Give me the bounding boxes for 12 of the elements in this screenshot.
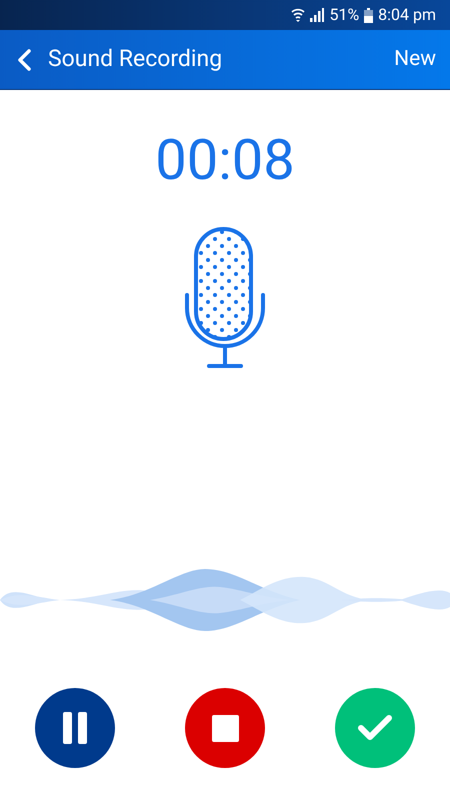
- status-time: 8:04 pm: [378, 4, 436, 26]
- wifi-icon: [291, 7, 306, 23]
- pause-icon: [61, 712, 89, 744]
- stop-icon: [212, 714, 238, 742]
- battery-percent: 51%: [329, 4, 360, 26]
- signal-icon: [310, 8, 324, 22]
- screen-title: Sound Recording: [48, 44, 224, 74]
- back-icon: [16, 48, 32, 70]
- battery-icon: [364, 8, 374, 22]
- timer-text: 00:08: [154, 128, 296, 192]
- check-icon: [357, 714, 393, 742]
- new-button[interactable]: New: [394, 44, 436, 76]
